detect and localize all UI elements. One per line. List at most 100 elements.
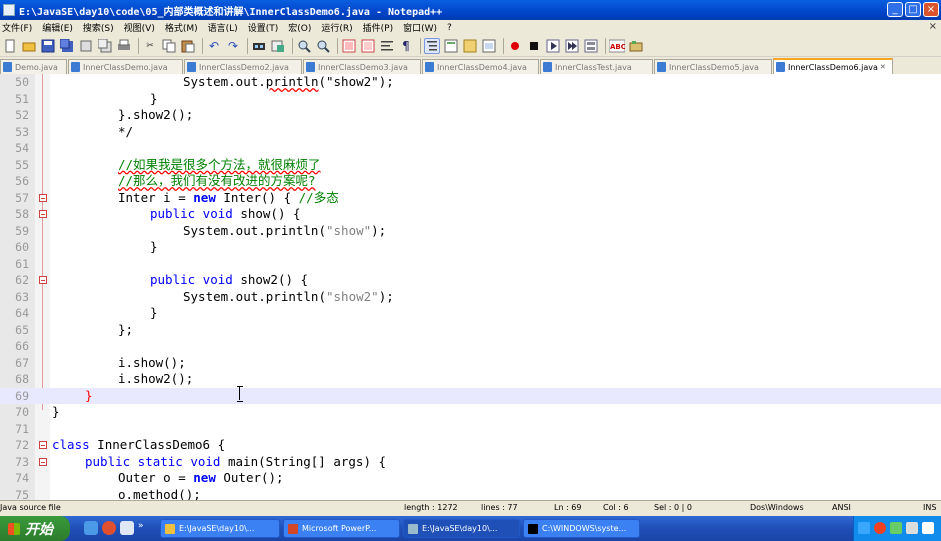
close-icon[interactable]: [78, 38, 94, 54]
replace-icon[interactable]: [270, 38, 286, 54]
quicklaunch-desktop-icon[interactable]: [120, 521, 134, 535]
spell-check-icon[interactable]: ABC: [609, 38, 625, 54]
redo-icon[interactable]: ↷: [225, 38, 241, 54]
status-ins: INS: [923, 503, 937, 512]
quicklaunch-ie-icon[interactable]: [84, 521, 98, 535]
tray-volume-icon[interactable]: [906, 522, 918, 534]
start-button[interactable]: 开始: [0, 516, 70, 541]
run-macro-multiple-icon[interactable]: [564, 38, 580, 54]
print-icon[interactable]: [116, 38, 132, 54]
task-powerpoint[interactable]: Microsoft PowerP...: [283, 519, 400, 538]
folder-icon: [165, 523, 175, 534]
tray-app-icon[interactable]: [874, 522, 886, 534]
current-code-line: 69}: [0, 387, 941, 404]
close-doc-icon[interactable]: ×: [929, 21, 937, 32]
save-icon[interactable]: [40, 38, 56, 54]
open-file-icon[interactable]: [21, 38, 37, 54]
task-explorer[interactable]: E:\JavaSE\day10\...: [160, 519, 280, 538]
code-editor[interactable]: 50 System.out.println("show2"); 51} 52}.s…: [0, 74, 941, 500]
code-line: 70}: [15, 404, 60, 419]
find-icon[interactable]: [251, 38, 267, 54]
menu-plugins[interactable]: 插件(P): [358, 21, 398, 34]
record-macro-icon[interactable]: [507, 38, 523, 54]
tab-innerclassdemo3[interactable]: InnerClassDemo3.java: [303, 59, 421, 74]
toolbar-separator: [337, 37, 338, 54]
code-line: 67 i.show();: [15, 354, 186, 370]
play-macro-icon[interactable]: [545, 38, 561, 54]
new-file-icon[interactable]: [2, 38, 18, 54]
fold-toggle-icon[interactable]: [39, 457, 47, 466]
menu-language[interactable]: 语言(L): [203, 21, 243, 34]
code-line: 60}: [15, 239, 158, 254]
task-cmd[interactable]: C:\WINDOWS\syste...: [523, 519, 640, 538]
fold-toggle-icon[interactable]: [39, 276, 47, 284]
user-lang-icon[interactable]: [443, 38, 459, 54]
fold-toggle-icon[interactable]: [39, 210, 47, 218]
menu-run[interactable]: 运行(R): [316, 21, 357, 34]
file-icon: [657, 62, 666, 72]
menu-edit[interactable]: 编辑(E): [37, 21, 78, 34]
cmd-icon: [528, 523, 538, 534]
menu-file[interactable]: 文件(F): [0, 21, 37, 34]
fold-toggle-icon[interactable]: [39, 441, 47, 449]
tab-innerclassdemo2[interactable]: InnerClassDemo2.java: [184, 59, 302, 74]
close-button[interactable]: ×: [923, 2, 939, 17]
copy-icon[interactable]: [161, 38, 177, 54]
code-line: 61: [15, 256, 29, 271]
save-all-icon[interactable]: [59, 38, 75, 54]
zoom-in-icon[interactable]: [296, 38, 312, 54]
sync-h-icon[interactable]: [360, 38, 376, 54]
function-list-icon[interactable]: [481, 38, 497, 54]
tab-innerclassdemo6[interactable]: InnerClassDemo6.java ✕: [773, 58, 893, 74]
tab-label: InnerClassDemo5.java: [669, 62, 759, 72]
cut-icon[interactable]: ✂: [142, 38, 158, 54]
stop-macro-icon[interactable]: [526, 38, 542, 54]
tab-innerclassdemo5[interactable]: InnerClassDemo5.java: [654, 59, 772, 74]
show-all-chars-icon[interactable]: ¶: [398, 38, 414, 54]
undo-icon[interactable]: ↶: [206, 38, 222, 54]
quicklaunch-expand-icon[interactable]: »: [138, 521, 146, 535]
menu-window[interactable]: 窗口(W): [398, 21, 442, 34]
close-all-icon[interactable]: [97, 38, 113, 54]
tab-demo[interactable]: Demo.java: [0, 59, 67, 74]
toolbar-separator: [420, 37, 421, 54]
task-notepadpp[interactable]: E:\JavaSE\day10\...: [403, 519, 520, 538]
tray-status-icon[interactable]: [890, 522, 902, 534]
toolbar-separator: [605, 37, 606, 54]
toolbar-separator: [247, 37, 248, 54]
code-line: 51}: [15, 90, 158, 106]
status-length: length : 1272: [404, 503, 458, 512]
code-line: 62 public void show2() {: [15, 272, 309, 287]
menu-view[interactable]: 视图(V): [119, 21, 160, 34]
code-line: 53 */: [15, 123, 134, 139]
tray-network-icon[interactable]: [858, 522, 870, 534]
minimize-button[interactable]: _: [887, 2, 903, 17]
status-ln: Ln : 69: [554, 503, 582, 512]
indent-guide-icon[interactable]: [424, 37, 440, 54]
menu-settings[interactable]: 设置(T): [243, 21, 284, 34]
save-macro-icon[interactable]: [583, 38, 599, 54]
tab-innerclassdemo4[interactable]: InnerClassDemo4.java: [422, 59, 539, 74]
code-line: 55//如果我是很多个方法，就很麻烦了: [15, 156, 321, 172]
maximize-button[interactable]: □: [905, 2, 921, 17]
fold-toggle-icon[interactable]: [39, 193, 47, 202]
tab-close-icon[interactable]: ✕: [880, 63, 886, 71]
tab-innerclassdemo[interactable]: InnerClassDemo.java: [68, 59, 183, 74]
paste-icon[interactable]: [180, 38, 196, 54]
ibeam-cursor-icon: [237, 386, 243, 402]
plugin-icon[interactable]: [628, 38, 644, 54]
menu-format[interactable]: 格式(M): [160, 21, 203, 34]
sync-v-icon[interactable]: [341, 38, 357, 54]
tab-innerclasstest[interactable]: InnerClassTest.java: [540, 59, 653, 74]
doc-map-icon[interactable]: [462, 38, 478, 54]
menu-help[interactable]: ?: [442, 23, 457, 33]
status-filetype: Java source file: [0, 503, 61, 512]
quicklaunch-browser-icon[interactable]: [102, 521, 116, 535]
tray-misc-icon[interactable]: [922, 522, 934, 534]
tab-label: InnerClassDemo2.java: [199, 62, 289, 72]
menu-search[interactable]: 搜索(S): [78, 21, 119, 34]
zoom-out-icon[interactable]: [315, 38, 331, 54]
word-wrap-icon[interactable]: [379, 38, 395, 54]
menu-macro[interactable]: 宏(O): [283, 21, 316, 34]
code-line: 57 Inter i = new Inter() { //多态: [15, 189, 339, 205]
